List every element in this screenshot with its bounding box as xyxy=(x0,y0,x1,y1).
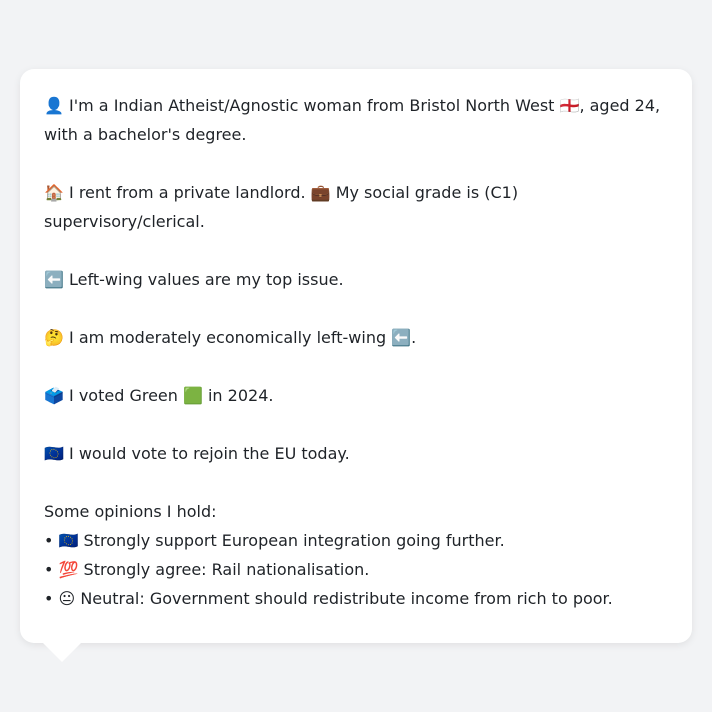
vote-text: I voted Green 🟩 in 2024. xyxy=(69,386,274,405)
eu-flag-icon: 🇪🇺 xyxy=(44,444,64,463)
economic-text: I am moderately economically left-wing ⬅… xyxy=(69,328,417,347)
opinion-text: Strongly agree: Rail nationalisation. xyxy=(83,560,370,579)
opinion-text: Strongly support European integration go… xyxy=(83,531,505,550)
left-arrow-icon: ⬅️ xyxy=(44,270,64,289)
person-icon: 👤 xyxy=(44,96,64,115)
opinion-item: • 🇪🇺 Strongly support European integrati… xyxy=(44,531,505,550)
housing-text: I rent from a private landlord. xyxy=(69,183,306,202)
eu-flag-icon: 🇪🇺 xyxy=(58,531,79,550)
opinions-heading: Some opinions I hold: xyxy=(44,502,217,521)
briefcase-icon: 💼 xyxy=(310,183,331,202)
identity-line: 👤 I'm a Indian Atheist/Agnostic woman fr… xyxy=(44,91,668,149)
vote-line: 🗳️ I voted Green 🟩 in 2024. xyxy=(44,381,668,410)
issue-line: ⬅️ Left-wing values are my top issue. xyxy=(44,265,668,294)
neutral-face-icon: 😐 xyxy=(58,589,76,608)
hundred-icon: 💯 xyxy=(58,560,79,579)
thinking-icon: 🤔 xyxy=(44,328,64,347)
persona-message-bubble: 👤 I'm a Indian Atheist/Agnostic woman fr… xyxy=(20,69,692,643)
opinion-item: • 😐 Neutral: Government should redistrib… xyxy=(44,589,613,608)
economic-line: 🤔 I am moderately economically left-wing… xyxy=(44,323,668,352)
house-icon: 🏠 xyxy=(44,183,64,202)
opinion-item: • 💯 Strongly agree: Rail nationalisation… xyxy=(44,560,370,579)
opinion-text: Neutral: Government should redistribute … xyxy=(80,589,613,608)
ballot-box-icon: 🗳️ xyxy=(44,386,64,405)
bubble-tail xyxy=(42,642,82,662)
housing-line: 🏠 I rent from a private landlord. 💼 My s… xyxy=(44,178,668,236)
eu-line: 🇪🇺 I would vote to rejoin the EU today. xyxy=(44,439,668,468)
eu-text: I would vote to rejoin the EU today. xyxy=(69,444,350,463)
issue-text: Left-wing values are my top issue. xyxy=(69,270,344,289)
identity-text: I'm a Indian Atheist/Agnostic woman from… xyxy=(44,96,661,144)
